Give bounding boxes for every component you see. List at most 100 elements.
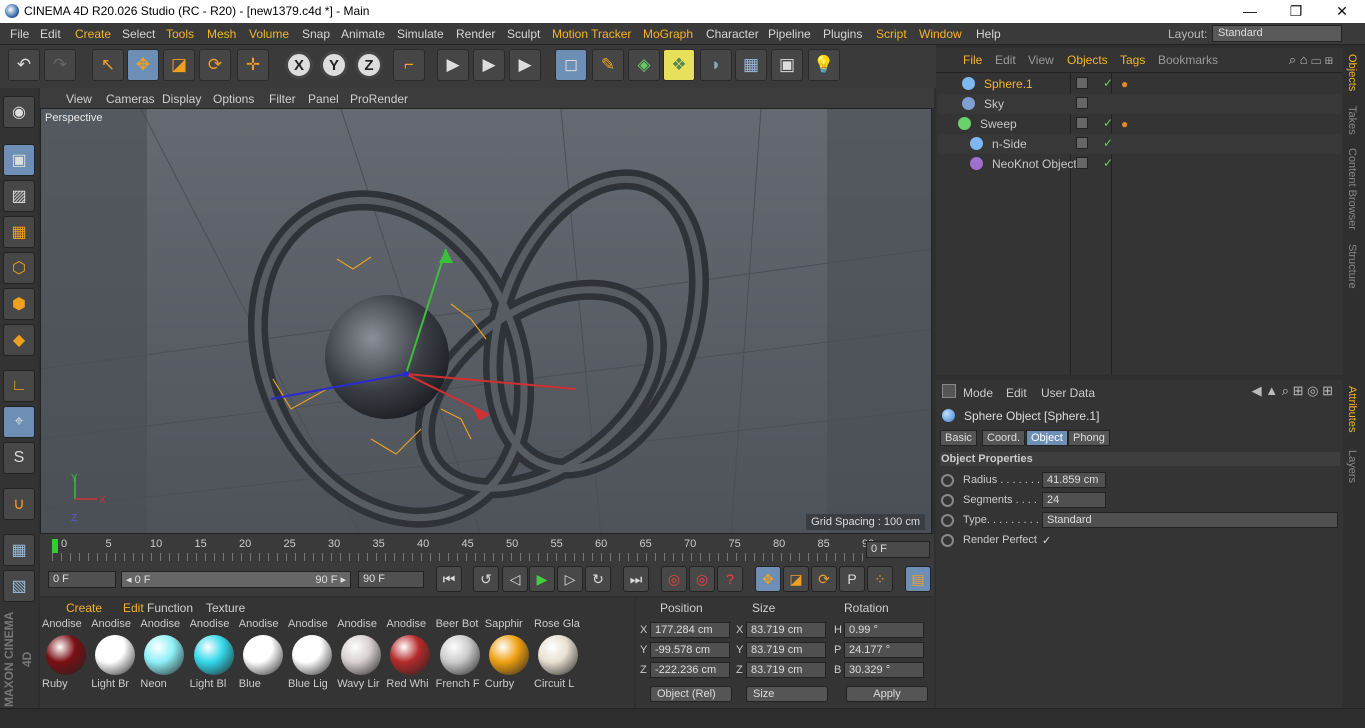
size-z-field[interactable]: 83.719 cm — [746, 662, 826, 678]
material-swatch[interactable]: Rose Gla Circuit L — [534, 618, 582, 696]
attribute-tab-coord[interactable]: Coord. — [982, 430, 1026, 446]
polygons-mode-icon[interactable]: ◆ — [3, 324, 35, 356]
autokeying-button[interactable]: ◎ — [689, 566, 715, 592]
menu-window[interactable]: Window — [919, 27, 962, 41]
subdivision-surface-button[interactable]: ◈ — [628, 49, 660, 81]
material-menu-create[interactable]: Create — [66, 601, 102, 615]
position-y-field[interactable]: -99.578 cm — [650, 642, 730, 658]
sphere-object[interactable] — [325, 295, 449, 419]
record-active-objects-button[interactable]: ◎ — [661, 566, 687, 592]
rotation-b-field[interactable]: 30.329 ° — [844, 662, 924, 678]
viewport-menu-prorender[interactable]: ProRender — [350, 92, 408, 106]
menu-script[interactable]: Script — [876, 27, 907, 41]
menu-mesh[interactable]: Mesh — [207, 27, 236, 41]
menu-tools[interactable]: Tools — [166, 27, 194, 41]
property-value-field[interactable]: 41.859 cm — [1042, 472, 1106, 488]
enabled-check-icon[interactable]: ✓ — [1103, 76, 1113, 90]
record-point-level-button[interactable]: ⁘ — [867, 566, 893, 592]
menu-character[interactable]: Character — [706, 27, 759, 41]
maximize-button[interactable]: ❐ — [1273, 0, 1319, 23]
planar-workplane-icon[interactable]: ▧ — [3, 570, 35, 602]
x-axis-lock-button[interactable]: X — [285, 51, 313, 79]
menu-motion-tracker[interactable]: Motion Tracker — [552, 27, 631, 41]
edges-mode-icon[interactable]: ⬢ — [3, 288, 35, 320]
menu-sculpt[interactable]: Sculpt — [507, 27, 540, 41]
menu-select[interactable]: Select — [122, 27, 155, 41]
undo-button[interactable]: ↶ — [8, 49, 40, 81]
record-scale-button[interactable]: ◪ — [783, 566, 809, 592]
viewport-menu-display[interactable]: Display — [162, 92, 201, 106]
scale-tool-button[interactable]: ◪ — [163, 49, 195, 81]
close-button[interactable]: ✕ — [1319, 0, 1365, 23]
enabled-check-icon[interactable]: ✓ — [1103, 156, 1113, 170]
points-mode-icon[interactable]: ⬡ — [3, 252, 35, 284]
viewport-menu-view[interactable]: View — [66, 92, 92, 106]
playhead-marker[interactable] — [52, 539, 58, 553]
object-row-neoknot-object[interactable]: NeoKnot Object ✓ — [938, 154, 1341, 174]
attribute-menu-user-data[interactable]: User Data — [1041, 386, 1095, 400]
menu-plugins[interactable]: Plugins — [823, 27, 862, 41]
viewport-menu-filter[interactable]: Filter — [269, 92, 296, 106]
enabled-check-icon[interactable]: ✓ — [1103, 136, 1113, 150]
menu-file[interactable]: File — [10, 27, 29, 41]
menu-pipeline[interactable]: Pipeline — [768, 27, 811, 41]
property-animate-radio[interactable] — [941, 474, 954, 487]
make-editable-icon[interactable]: ◉ — [3, 96, 35, 128]
material-swatch[interactable]: Anodise Blue Lig — [288, 618, 336, 696]
side-tab-attributes[interactable]: Attributes — [1346, 386, 1358, 432]
record-position-button[interactable]: ✥ — [755, 566, 781, 592]
menu-animate[interactable]: Animate — [341, 27, 385, 41]
attribute-tab-phong[interactable]: Phong — [1068, 430, 1110, 446]
menu-help[interactable]: Help — [976, 27, 1001, 41]
move-tool-button[interactable]: ✥ — [127, 49, 159, 81]
material-swatch[interactable]: Beer Bot French F — [436, 618, 484, 696]
material-swatch[interactable]: Anodise Wavy Lir — [337, 618, 385, 696]
axis-mode-icon[interactable]: ∟ — [3, 370, 35, 402]
menu-snap[interactable]: Snap — [302, 27, 330, 41]
material-swatch[interactable]: Anodise Blue — [239, 618, 287, 696]
menu-mograph[interactable]: MoGraph — [643, 27, 693, 41]
side-tab-objects[interactable]: Objects — [1346, 54, 1358, 91]
visibility-toggle[interactable] — [1076, 157, 1088, 169]
pen-spline-button[interactable]: ✎ — [592, 49, 624, 81]
material-swatch[interactable]: Anodise Light Br — [91, 618, 139, 696]
go-to-end-button[interactable]: ⏭ — [623, 566, 649, 592]
deformer-button[interactable]: ◗ — [700, 49, 732, 81]
size-mode-select[interactable]: Size — [746, 686, 828, 702]
viewport-menu-panel[interactable]: Panel — [308, 92, 339, 106]
menu-volume[interactable]: Volume — [249, 27, 289, 41]
side-tab-structure[interactable]: Structure — [1346, 244, 1358, 289]
side-tab-layers[interactable]: Layers — [1346, 450, 1358, 483]
menu-simulate[interactable]: Simulate — [397, 27, 444, 41]
object-menu-bookmarks[interactable]: Bookmarks — [1158, 53, 1218, 67]
render-picture-viewer-button[interactable]: ▶ — [473, 49, 505, 81]
menu-edit[interactable]: Edit — [40, 27, 61, 41]
attribute-menu-mode[interactable]: Mode — [963, 386, 993, 400]
array-cloner-button[interactable]: ❖ — [663, 49, 695, 81]
workplane-mode-icon[interactable]: ▦ — [3, 216, 35, 248]
material-swatch[interactable]: Anodise Ruby — [42, 618, 90, 696]
position-x-field[interactable]: 177.284 cm — [650, 622, 730, 638]
property-value-field[interactable]: 24 — [1042, 492, 1106, 508]
object-menu-tags[interactable]: Tags — [1120, 53, 1145, 67]
record-rotation-button[interactable]: ⟳ — [811, 566, 837, 592]
search-icon[interactable]: ⌕ ⌂ ▭ ⊞ — [1289, 52, 1333, 68]
current-frame-field[interactable]: 0 F — [866, 541, 930, 558]
attribute-nav-icons[interactable]: ◀ ▲ ⌕ ⊞ ◎ ⊞ — [1252, 383, 1333, 399]
frame-range-slider[interactable]: ◂ 0 F 90 F ▸ — [121, 571, 351, 588]
viewport-perspective[interactable]: Y X Z Perspective Grid Spacing : 100 cm — [40, 108, 932, 534]
play-forward-button[interactable]: ▶ — [529, 566, 555, 592]
side-tab-takes[interactable]: Takes — [1346, 106, 1358, 135]
next-frame-button[interactable]: ▷ — [557, 566, 583, 592]
previous-key-button[interactable]: ↺ — [473, 566, 499, 592]
object-menu-view[interactable]: View — [1028, 53, 1054, 67]
render-view-button[interactable]: ▶ — [437, 49, 469, 81]
rotate-tool-button[interactable]: ⟳ — [199, 49, 231, 81]
coordinate-mode-select[interactable]: Object (Rel) — [650, 686, 732, 702]
rotation-p-field[interactable]: 24.177 ° — [844, 642, 924, 658]
keyframe-selection-button[interactable]: ? — [717, 566, 743, 592]
record-parameter-button[interactable]: P — [839, 566, 865, 592]
timeline-window-button[interactable]: ▤ — [905, 566, 931, 592]
snap-icon[interactable]: S — [3, 442, 35, 474]
object-row-n-side[interactable]: n-Side ✓ — [938, 134, 1341, 154]
